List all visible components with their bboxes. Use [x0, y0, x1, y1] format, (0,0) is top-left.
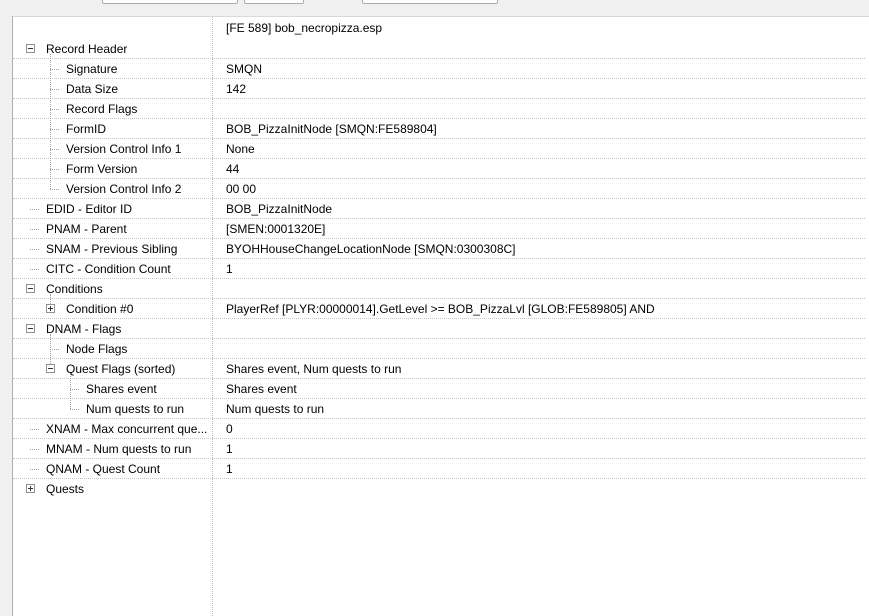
- tree-row-name: SNAM - Previous Sibling: [46, 242, 178, 256]
- tree-row-value: Shares event, Num quests to run: [226, 362, 402, 376]
- tree-connector-line: [50, 149, 59, 150]
- tree-row-value: 1: [226, 262, 233, 276]
- tree-row-value: BOB_PizzaInitNode [SMQN:FE589804]: [226, 122, 437, 136]
- tree-connector-line: [30, 249, 39, 250]
- tree-row-num-quests-to-run[interactable]: Num quests to run Num quests to run: [13, 399, 865, 419]
- file-header-label: [FE 589] bob_necropizza.esp: [226, 21, 383, 35]
- collapse-toggle-icon[interactable]: [26, 44, 35, 53]
- tree-row-value: 00 00: [226, 182, 257, 196]
- tree-row-name: DNAM - Flags: [46, 322, 122, 336]
- tree-connector-line: [50, 109, 59, 110]
- tree-row-name: Quest Flags (sorted): [66, 362, 176, 376]
- tree-connector-line: [50, 349, 59, 350]
- tree-row-form-version[interactable]: Form Version 44: [13, 159, 865, 179]
- collapse-toggle-icon[interactable]: [46, 364, 55, 373]
- tree-row-name: Conditions: [46, 282, 103, 296]
- tree-row-value: PlayerRef [PLYR:00000014].GetLevel >= BO…: [226, 302, 655, 316]
- tree-connector-line: [30, 449, 39, 450]
- collapse-toggle-icon[interactable]: [26, 284, 35, 293]
- tree-row-value: 1: [226, 462, 233, 476]
- tree-row-xnam[interactable]: XNAM - Max concurrent que... 0: [13, 419, 865, 439]
- tree-row-value: BOB_PizzaInitNode: [226, 202, 333, 216]
- tree-row-record-header[interactable]: Record Header: [13, 39, 865, 59]
- tree-connector-line: [70, 409, 79, 410]
- tree-row-dnam[interactable]: DNAM - Flags: [13, 319, 865, 339]
- tree-row-version-control-info-1[interactable]: Version Control Info 1 None: [13, 139, 865, 159]
- tree-row-signature[interactable]: Signature SMQN: [13, 59, 865, 79]
- tree-row-record-flags[interactable]: Record Flags: [13, 99, 865, 119]
- tree-row-name: EDID - Editor ID: [46, 202, 133, 216]
- record-tree-view[interactable]: [FE 589] bob_necropizza.esp Record Heade…: [13, 17, 869, 616]
- tree-row-name: Node Flags: [66, 342, 128, 356]
- tree-row-node-flags[interactable]: Node Flags: [13, 339, 865, 359]
- tree-row-value: 44: [226, 162, 240, 176]
- tree-row-name: Signature: [66, 62, 118, 76]
- tree-row-name: PNAM - Parent: [46, 222, 127, 236]
- tree-row-value: Shares event: [226, 382, 297, 396]
- tree-row-name: Quests: [46, 482, 85, 496]
- tree-connector-line: [70, 389, 79, 390]
- tree-row-edid[interactable]: EDID - Editor ID BOB_PizzaInitNode: [13, 199, 865, 219]
- collapse-toggle-icon[interactable]: [26, 324, 35, 333]
- tree-row-value: BYOHHouseChangeLocationNode [SMQN:030030…: [226, 242, 516, 256]
- tree-row-citc[interactable]: CITC - Condition Count 1: [13, 259, 865, 279]
- top-toolbar-strip: [0, 0, 869, 17]
- tree-connector-line: [50, 129, 59, 130]
- tree-row-mnam[interactable]: MNAM - Num quests to run 1: [13, 439, 865, 459]
- tree-row-pnam[interactable]: PNAM - Parent [SMEN:0001320E]: [13, 219, 865, 239]
- tree-guide-line: [50, 334, 51, 364]
- tree-row-name: Shares event: [86, 382, 157, 396]
- tree-row-value: SMQN: [226, 62, 262, 76]
- tree-connector-line: [50, 189, 59, 190]
- tree-connector-line: [30, 429, 39, 430]
- tree-row-value: Num quests to run: [226, 402, 325, 416]
- tree-guide-line: [70, 374, 71, 409]
- tree-row-qnam[interactable]: QNAM - Quest Count 1: [13, 459, 865, 479]
- tree-row-quest-flags-sorted[interactable]: Quest Flags (sorted) Shares event, Num qu…: [13, 359, 865, 379]
- tree-row-name: CITC - Condition Count: [46, 262, 171, 276]
- tree-connector-line: [50, 169, 59, 170]
- tree-connector-line: [50, 69, 59, 70]
- tree-row-name: Record Header: [46, 42, 128, 56]
- tree-guide-line: [50, 294, 51, 304]
- tree-row-conditions[interactable]: Conditions: [13, 279, 865, 299]
- tree-row-snam[interactable]: SNAM - Previous Sibling BYOHHouseChangeLo…: [13, 239, 865, 259]
- tree-connector-line: [50, 89, 59, 90]
- tree-connector-line: [30, 229, 39, 230]
- tree-row-name: FormID: [66, 122, 106, 136]
- tree-row-value: [SMEN:0001320E]: [226, 222, 326, 236]
- tree-connector-line: [30, 469, 39, 470]
- tree-row-name: XNAM - Max concurrent que...: [46, 422, 208, 436]
- tree-row-name: Num quests to run: [86, 402, 185, 416]
- expand-toggle-icon[interactable]: [26, 484, 35, 493]
- tree-row-quests[interactable]: Quests: [13, 479, 865, 499]
- tree-connector-line: [30, 269, 39, 270]
- left-panel-border: [0, 16, 13, 616]
- tree-guide-line: [50, 54, 51, 189]
- tree-row-value: 142: [226, 82, 247, 96]
- tree-row-version-control-info-2[interactable]: Version Control Info 2 00 00: [13, 179, 865, 199]
- toolbar-combo-right[interactable]: [362, 0, 498, 4]
- tree-row-formid[interactable]: FormID BOB_PizzaInitNode [SMQN:FE589804]: [13, 119, 865, 139]
- tree-row-condition-0[interactable]: Condition #0 PlayerRef [PLYR:00000014].Ge…: [13, 299, 865, 319]
- tree-connector-line: [30, 209, 39, 210]
- tree-row-name: Version Control Info 2: [66, 182, 182, 196]
- toolbar-button[interactable]: [244, 0, 304, 4]
- tree-row-shares-event[interactable]: Shares event Shares event: [13, 379, 865, 399]
- tree-row-name: MNAM - Num quests to run: [46, 442, 192, 456]
- tree-row-name: QNAM - Quest Count: [46, 462, 161, 476]
- tree-row-name: Condition #0: [66, 302, 134, 316]
- tree-row-name: Record Flags: [66, 102, 138, 116]
- tree-row-name: Form Version: [66, 162, 138, 176]
- tree-row-name: Version Control Info 1: [66, 142, 182, 156]
- tree-row-value: 1: [226, 442, 233, 456]
- tree-row-value: None: [226, 142, 255, 156]
- expand-toggle-icon[interactable]: [46, 304, 55, 313]
- tree-row-value: 0: [226, 422, 233, 436]
- tree-row-name: Data Size: [66, 82, 119, 96]
- toolbar-combo-left[interactable]: [102, 0, 238, 4]
- tree-row-data-size[interactable]: Data Size 142: [13, 79, 865, 99]
